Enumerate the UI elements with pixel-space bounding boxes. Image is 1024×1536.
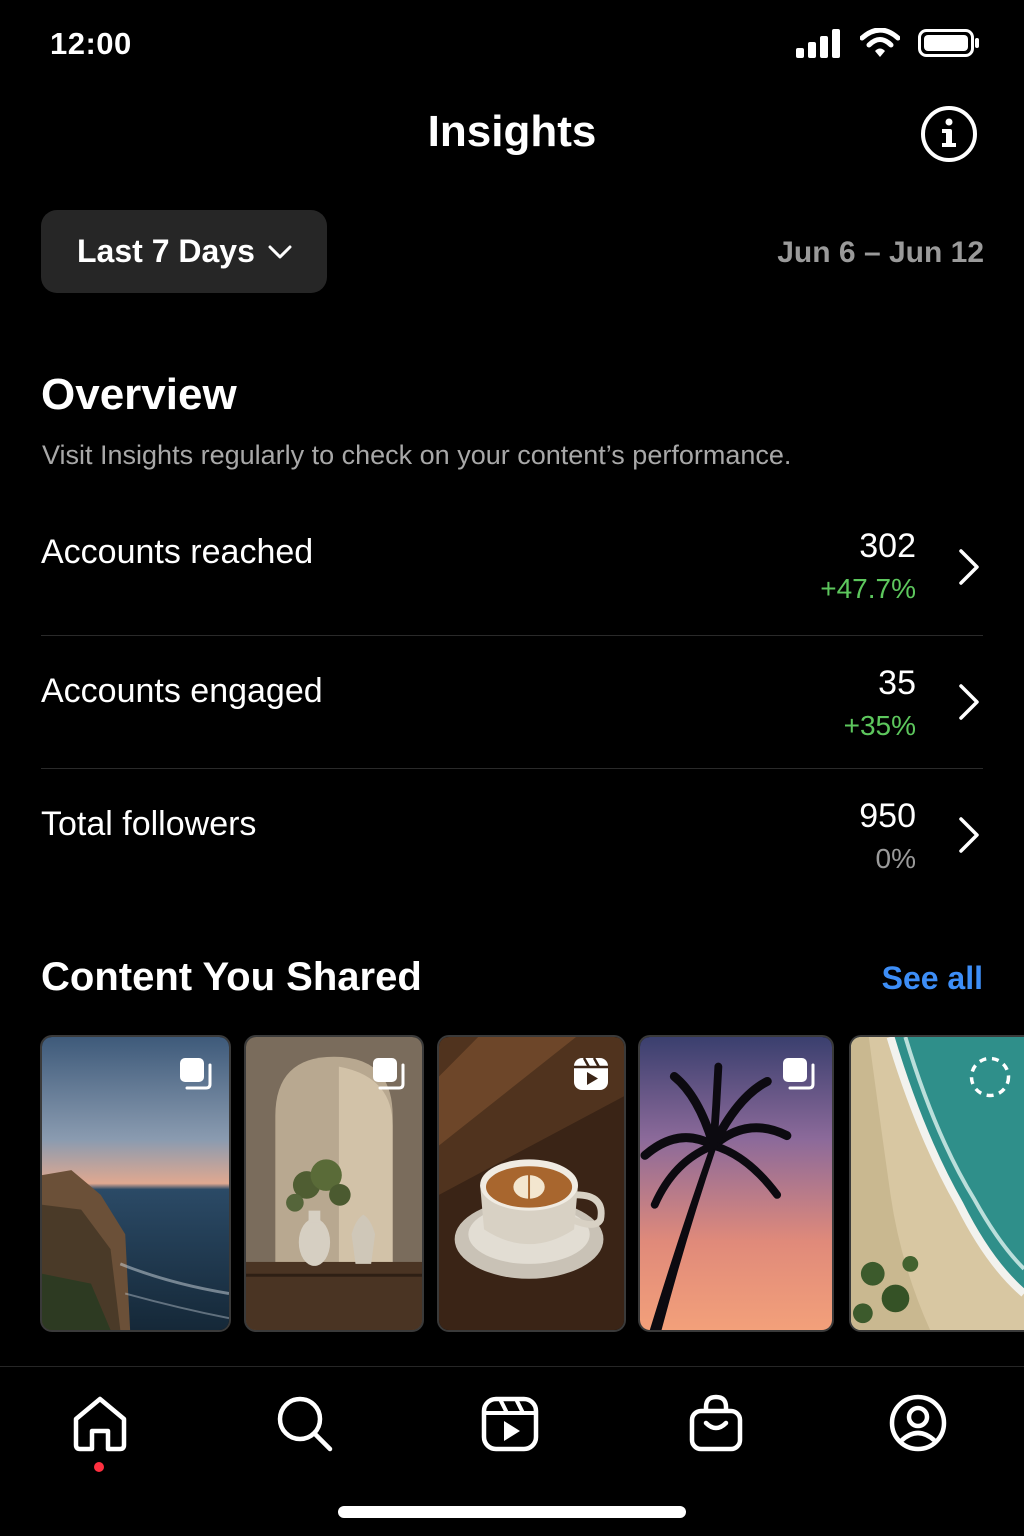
wifi-icon bbox=[860, 28, 900, 57]
tab-search[interactable] bbox=[272, 1391, 336, 1455]
battery-icon bbox=[918, 29, 979, 57]
metric-change: +47.7% bbox=[820, 573, 916, 604]
content-thumbnail-cliff[interactable] bbox=[40, 1035, 231, 1332]
page-title: Insights bbox=[427, 107, 597, 156]
metric-value: 35 bbox=[878, 664, 916, 702]
story-icon bbox=[969, 1056, 1011, 1098]
metric-value: 950 bbox=[859, 797, 916, 835]
metric-change: +35% bbox=[843, 710, 916, 741]
date-range-text: Jun 6 – Jun 12 bbox=[777, 236, 984, 269]
search-icon bbox=[277, 1396, 333, 1452]
chevron-right-icon bbox=[959, 817, 979, 853]
range-label: Last 7 Days bbox=[77, 233, 255, 269]
profile-icon bbox=[889, 1394, 947, 1452]
bottom-tab-bar bbox=[0, 1366, 1024, 1536]
metric-value: 302 bbox=[859, 527, 916, 565]
chevron-right-icon bbox=[959, 684, 979, 720]
tab-reels[interactable] bbox=[478, 1391, 542, 1455]
content-thumbnail-beach[interactable] bbox=[849, 1035, 1024, 1332]
content-thumbnail-coffee[interactable] bbox=[437, 1035, 626, 1332]
content-thumbnail-vases[interactable] bbox=[244, 1035, 424, 1332]
status-time: 12:00 bbox=[50, 26, 132, 61]
metric-row-accounts-engaged[interactable]: Accounts engaged 35 +35% bbox=[41, 662, 983, 752]
carousel-icon bbox=[373, 1058, 405, 1090]
reel-icon bbox=[574, 1057, 608, 1090]
content-thumbnail-palm[interactable] bbox=[638, 1035, 834, 1332]
metric-label: Accounts reached bbox=[41, 533, 314, 571]
tab-home[interactable] bbox=[68, 1391, 132, 1455]
status-icons bbox=[796, 28, 980, 58]
tab-shop[interactable] bbox=[684, 1391, 748, 1455]
divider bbox=[41, 768, 983, 769]
see-all-link[interactable]: See all bbox=[882, 960, 983, 997]
content-section-title: Content You Shared bbox=[41, 955, 422, 999]
header: Insights bbox=[0, 95, 1024, 175]
cellular-signal-icon bbox=[796, 29, 840, 58]
home-indicator bbox=[338, 1506, 686, 1518]
metric-label: Accounts engaged bbox=[41, 672, 323, 710]
metric-row-total-followers[interactable]: Total followers 950 0% bbox=[41, 795, 983, 885]
chevron-right-icon bbox=[959, 549, 979, 585]
notification-dot bbox=[94, 1462, 104, 1472]
overview-title: Overview bbox=[41, 370, 237, 419]
status-bar: 12:00 bbox=[0, 0, 1024, 90]
metric-row-accounts-reached[interactable]: Accounts reached 302 +47.7% bbox=[41, 525, 983, 615]
shop-bag-icon bbox=[689, 1394, 743, 1452]
metric-label: Total followers bbox=[41, 805, 257, 843]
carousel-icon bbox=[180, 1058, 212, 1090]
chevron-down-icon bbox=[268, 245, 292, 258]
info-button[interactable] bbox=[920, 105, 978, 163]
reels-icon bbox=[481, 1396, 539, 1452]
home-icon bbox=[73, 1396, 127, 1452]
overview-subtitle: Visit Insights regularly to check on you… bbox=[42, 440, 792, 470]
divider bbox=[41, 635, 983, 636]
date-range-dropdown[interactable]: Last 7 Days bbox=[41, 210, 327, 293]
carousel-icon bbox=[783, 1058, 815, 1090]
info-icon bbox=[921, 106, 977, 162]
tab-profile[interactable] bbox=[886, 1391, 950, 1455]
metric-change: 0% bbox=[875, 843, 916, 874]
